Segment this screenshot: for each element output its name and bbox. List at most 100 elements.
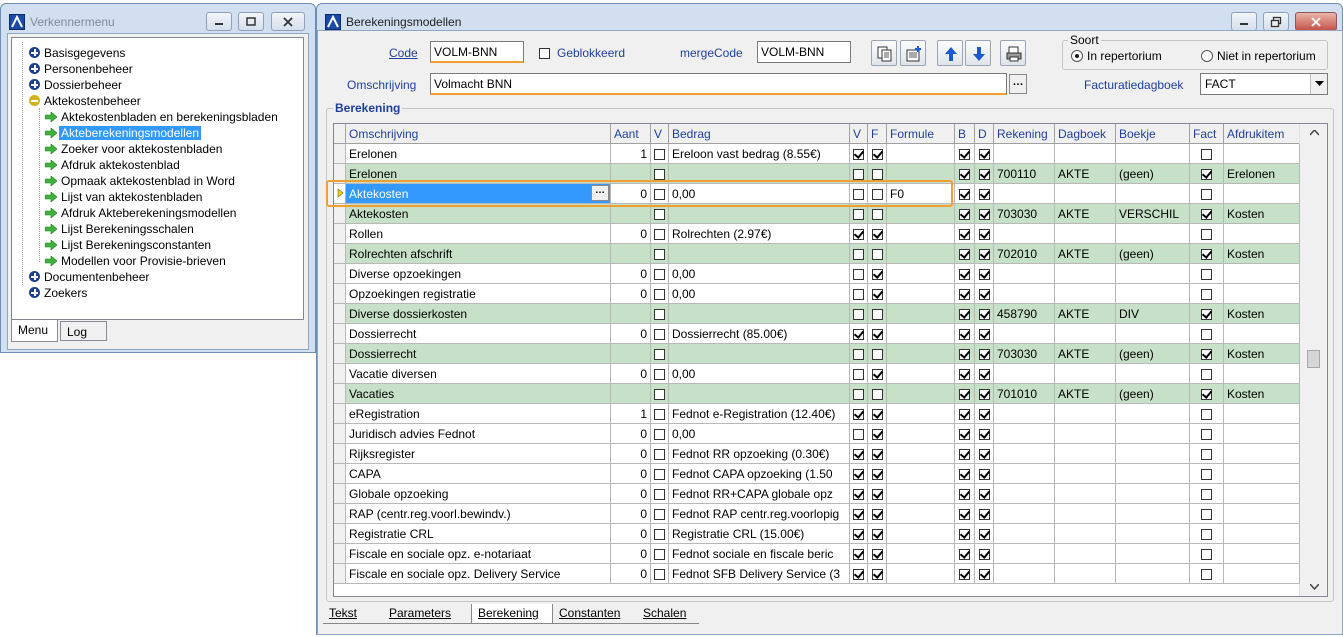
column-header[interactable]: F	[868, 124, 887, 144]
grid-checkbox-fact[interactable]	[1190, 264, 1224, 284]
tree-item[interactable]: Zoeker voor aktekostenbladen	[45, 141, 224, 157]
scroll-thumb[interactable]	[1307, 350, 1320, 368]
arrow-icon[interactable]	[45, 192, 57, 202]
close-button[interactable]	[271, 12, 305, 31]
checkbox[interactable]	[959, 469, 970, 481]
grid-cell-boek[interactable]: DIV	[1116, 304, 1190, 324]
checkbox[interactable]	[1201, 329, 1212, 341]
checkbox[interactable]	[1201, 229, 1212, 241]
column-header[interactable]: Formule	[887, 124, 955, 144]
grid-checkbox-b[interactable]	[955, 284, 975, 304]
grid-checkbox-v1[interactable]	[651, 324, 669, 344]
checkbox[interactable]	[1201, 469, 1212, 481]
grid-cell-dag[interactable]: AKTE	[1055, 344, 1116, 364]
grid-cell-formule[interactable]	[887, 204, 955, 224]
checkbox[interactable]	[871, 349, 883, 361]
checkbox[interactable]	[978, 549, 990, 561]
grid-checkbox-v1[interactable]	[651, 504, 669, 524]
checkbox[interactable]	[654, 269, 665, 281]
grid-checkbox-d[interactable]	[975, 484, 994, 504]
grid-checkbox-b[interactable]	[955, 404, 975, 424]
grid-cell-boek[interactable]	[1116, 524, 1190, 544]
table-row[interactable]: Diverse dossierkosten 458790 AKTE DIV Kosten	[334, 304, 1300, 324]
row-indicator[interactable]	[334, 464, 346, 484]
grid-cell-bedrag[interactable]: Fednot e-Registration (12.40€)	[669, 404, 850, 424]
grid-checkbox-d[interactable]	[975, 404, 994, 424]
grid-cell-boek[interactable]	[1116, 264, 1190, 284]
column-header[interactable]: V	[850, 124, 868, 144]
grid-cell-formule[interactable]	[887, 344, 955, 364]
grid-checkbox-v1[interactable]	[651, 304, 669, 324]
grid-checkbox-b[interactable]	[955, 504, 975, 524]
grid-cell-rek[interactable]	[994, 424, 1055, 444]
grid-cell-omschr[interactable]: Globale opzoeking	[346, 484, 611, 504]
checkbox[interactable]	[654, 229, 665, 241]
radio-in-repertorium-dot[interactable]	[1071, 50, 1083, 62]
column-header[interactable]: Dagboek	[1055, 124, 1116, 144]
checkbox[interactable]	[1201, 569, 1212, 581]
radio-in-repertorium[interactable]: In repertorium	[1071, 49, 1162, 63]
grid-checkbox-v1[interactable]	[651, 284, 669, 304]
grid-cell-dag[interactable]: AKTE	[1055, 304, 1116, 324]
grid-checkbox-v2[interactable]	[850, 244, 868, 264]
checkbox[interactable]	[1201, 249, 1212, 261]
grid-cell-dag[interactable]	[1055, 324, 1116, 344]
grid-cell-bedrag[interactable]: 0,00	[669, 424, 850, 444]
grid-cell-rek[interactable]	[994, 404, 1055, 424]
grid-cell-boek[interactable]	[1116, 364, 1190, 384]
grid-cell-aant[interactable]: 1	[611, 144, 651, 164]
checkbox[interactable]	[959, 329, 970, 341]
arrow-icon[interactable]	[45, 160, 57, 170]
checkbox[interactable]	[1201, 509, 1212, 521]
checkbox[interactable]	[959, 149, 970, 161]
grid-cell-omschr[interactable]: RAP (centr.reg.voorl.bewindv.)	[346, 504, 611, 524]
tree-item[interactable]: Lijst van aktekostenbladen	[45, 189, 204, 205]
grid-cell-bedrag[interactable]	[669, 304, 850, 324]
grid-cell-formule[interactable]	[887, 144, 955, 164]
grid-checkbox-d[interactable]	[975, 324, 994, 344]
table-row[interactable]: Rollen 0 Rolrechten (2.97€)	[334, 224, 1300, 244]
checkbox[interactable]	[853, 149, 864, 161]
checkbox[interactable]	[853, 549, 864, 561]
plus-icon[interactable]	[29, 79, 40, 90]
arrow-icon[interactable]	[45, 128, 57, 138]
grid-cell-boek[interactable]	[1116, 464, 1190, 484]
grid-cell-bedrag[interactable]	[669, 384, 850, 404]
checkbox[interactable]	[853, 349, 864, 361]
checkbox[interactable]	[871, 149, 883, 161]
column-header[interactable]: Boekje	[1116, 124, 1190, 144]
grid-checkbox-fact[interactable]	[1190, 544, 1224, 564]
checkbox[interactable]	[978, 369, 990, 381]
grid-cell-aant[interactable]: 0	[611, 544, 651, 564]
checkbox[interactable]	[959, 229, 970, 241]
grid-checkbox-fact[interactable]	[1190, 424, 1224, 444]
plus-icon[interactable]	[29, 287, 40, 298]
grid-cell-formule[interactable]	[887, 444, 955, 464]
checkbox[interactable]	[853, 169, 864, 181]
grid-cell-formule[interactable]	[887, 264, 955, 284]
grid-cell-dag[interactable]	[1055, 144, 1116, 164]
grid-cell-dag[interactable]	[1055, 404, 1116, 424]
checkbox[interactable]	[871, 509, 883, 521]
grid-cell-omschr[interactable]: Diverse opzoekingen	[346, 264, 611, 284]
grid-checkbox-v2[interactable]	[850, 144, 868, 164]
column-header[interactable]	[334, 124, 346, 144]
checkbox[interactable]	[959, 349, 970, 361]
grid-checkbox-d[interactable]	[975, 524, 994, 544]
checkbox[interactable]	[959, 369, 970, 381]
grid-cell-rek[interactable]	[994, 324, 1055, 344]
tree-item[interactable]: Aktekostenbladen en berekeningsbladen	[45, 109, 280, 125]
grid-checkbox-v2[interactable]	[850, 204, 868, 224]
grid-checkbox-fact[interactable]	[1190, 384, 1224, 404]
grid-cell-afdruk[interactable]	[1224, 464, 1300, 484]
checkbox[interactable]	[978, 509, 990, 521]
checkbox[interactable]	[978, 229, 990, 241]
grid-cell-omschr[interactable]: Rollen	[346, 224, 611, 244]
grid-cell-bedrag[interactable]: 0,00	[669, 264, 850, 284]
grid-cell-aant[interactable]: 0	[611, 324, 651, 344]
grid-cell-bedrag[interactable]: Fednot RR+CAPA globale opz	[669, 484, 850, 504]
grid-checkbox-v1[interactable]	[651, 344, 669, 364]
grid-cell-dag[interactable]	[1055, 224, 1116, 244]
checkbox[interactable]	[1201, 409, 1212, 421]
omschrijving-ellipsis-button[interactable]: …	[1009, 74, 1027, 94]
